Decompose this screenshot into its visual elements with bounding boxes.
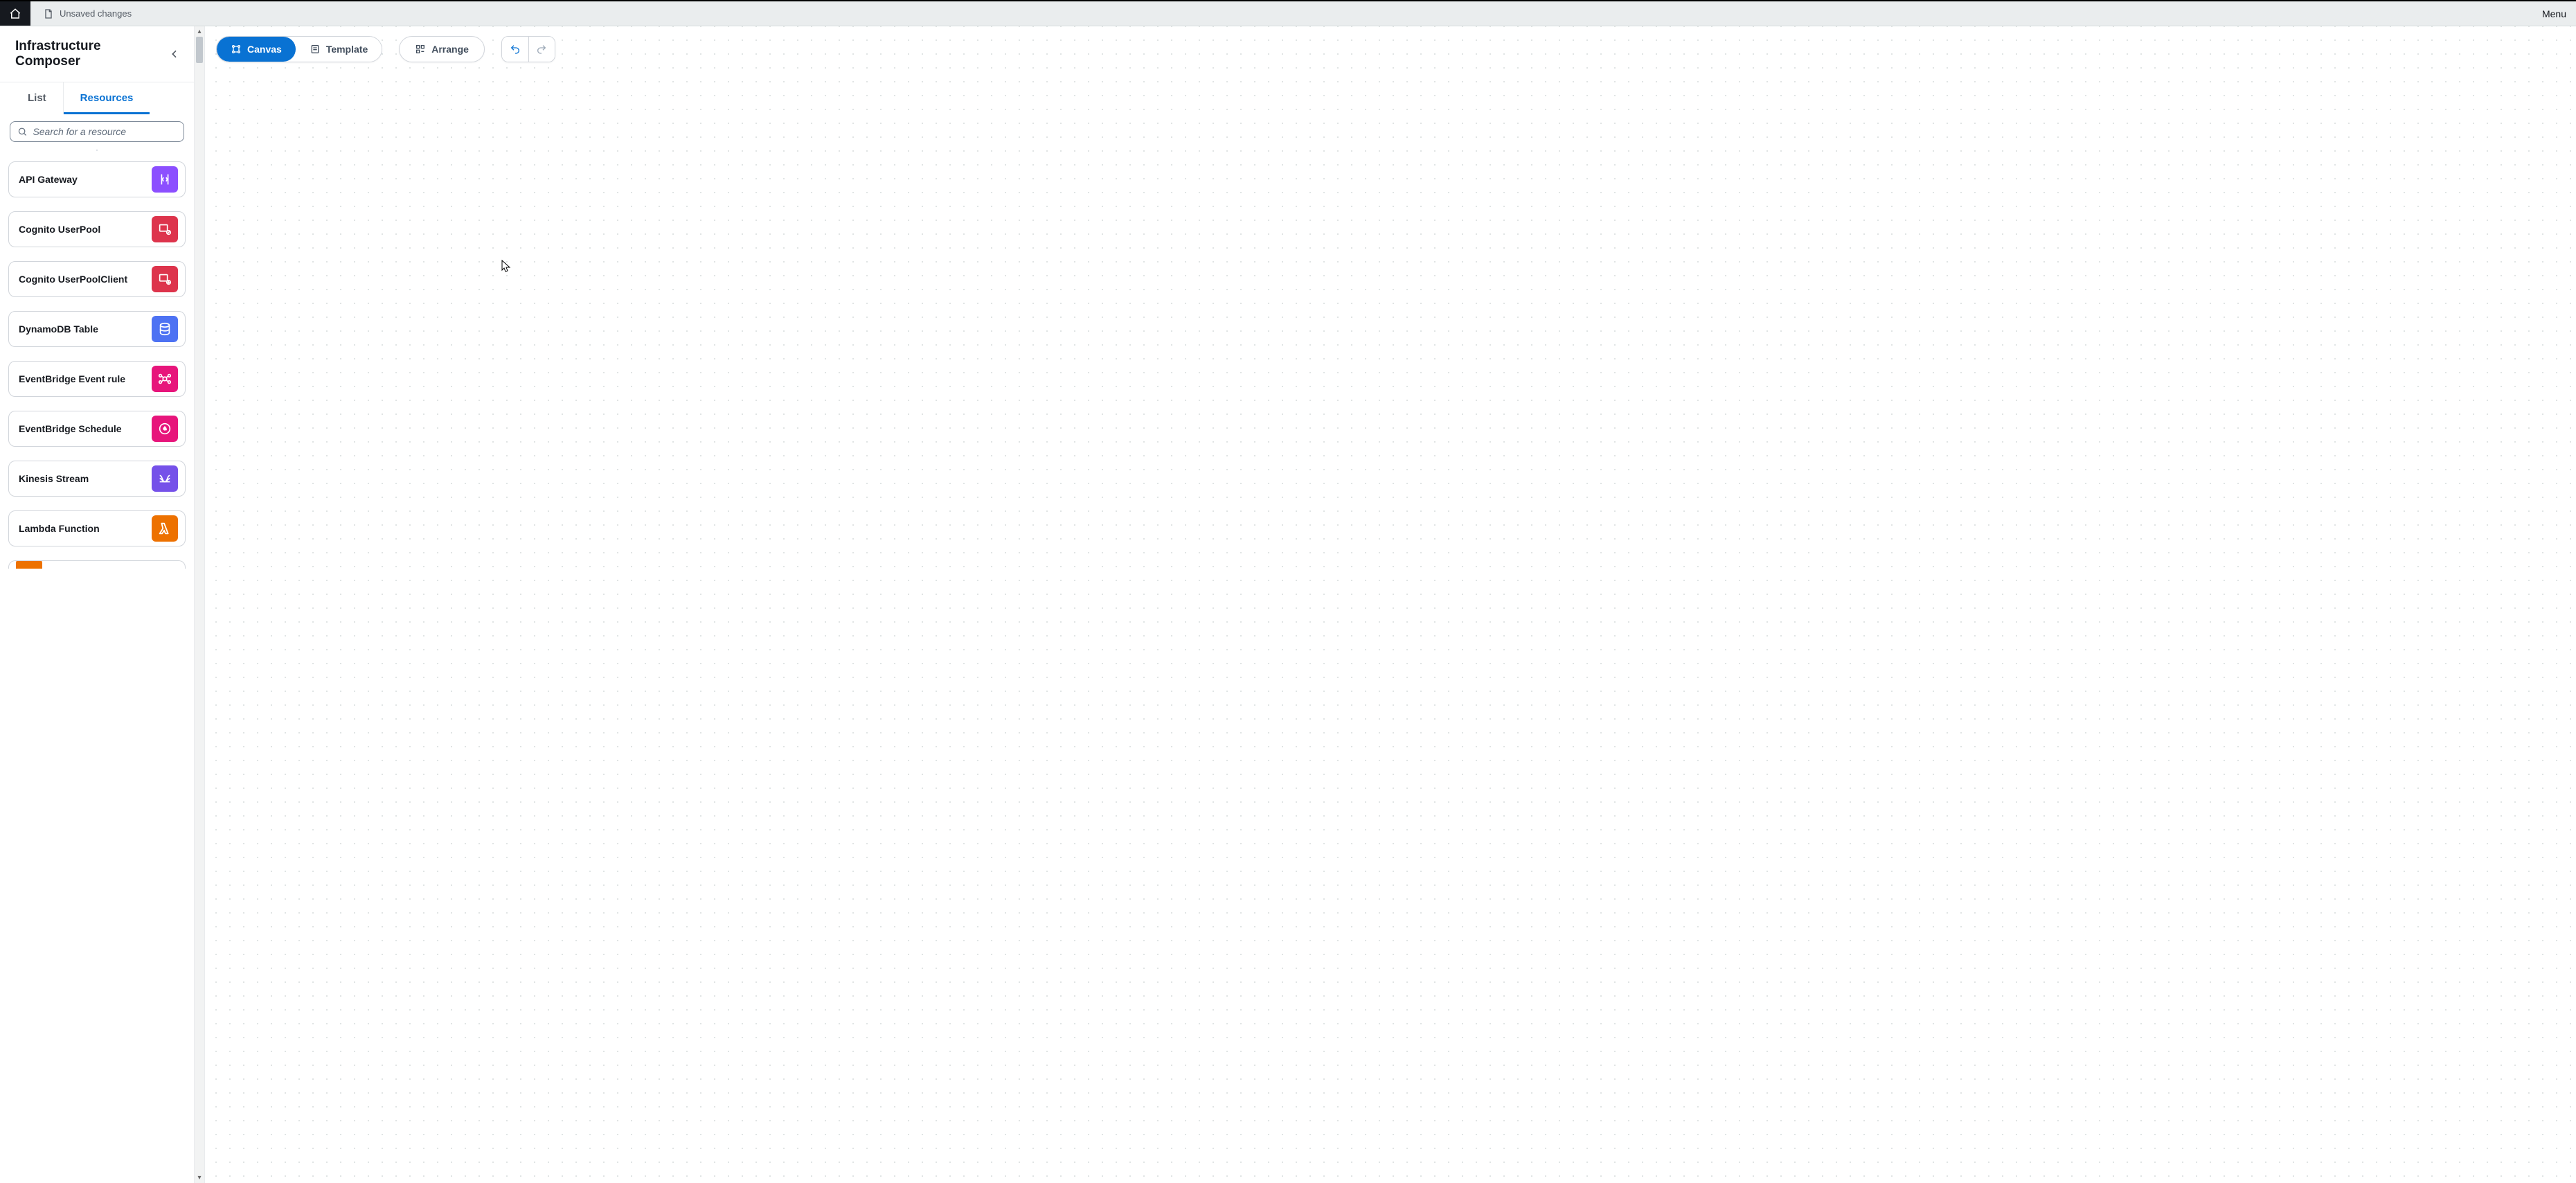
resource-api-gateway[interactable]: API Gateway [8, 161, 186, 197]
undo-button[interactable] [502, 37, 528, 62]
resource-label: Kinesis Stream [19, 473, 89, 484]
resource-kinesis-stream[interactable]: Kinesis Stream [8, 461, 186, 497]
resource-label: API Gateway [19, 174, 78, 185]
canvas-toolbar: Canvas Template Arrange [216, 36, 555, 62]
canvas-icon [231, 44, 242, 55]
canvas-view-label: Canvas [247, 44, 282, 55]
sidebar-tabs: List Resources [0, 82, 194, 114]
arrange-button[interactable]: Arrange [399, 36, 485, 62]
resource-label: Cognito UserPool [19, 224, 100, 235]
eventbridge-rule-icon [152, 366, 178, 392]
canvas-view-button[interactable]: Canvas [217, 37, 296, 62]
sidebar-title: Infrastructure Composer [15, 39, 166, 69]
resource-label: DynamoDB Table [19, 323, 98, 335]
save-status-label: Unsaved changes [60, 8, 132, 19]
save-status: Unsaved changes [30, 8, 144, 19]
scroll-down-arrow[interactable]: ▾ [197, 1173, 201, 1183]
resource-eventbridge-rule[interactable]: EventBridge Event rule [8, 361, 186, 397]
scroll-up-arrow[interactable]: ▴ [197, 26, 201, 37]
tab-list-label: List [28, 92, 46, 104]
resource-list: API Gateway Cognito UserPool Cognito Use… [0, 157, 194, 1183]
tab-list[interactable]: List [11, 82, 64, 114]
sidebar: Infrastructure Composer List Resources [0, 26, 194, 1183]
view-mode-group: Canvas Template [216, 36, 382, 62]
resource-eventbridge-schedule[interactable]: EventBridge Schedule [8, 411, 186, 447]
eventbridge-sched-icon [152, 416, 178, 442]
redo-icon [536, 44, 547, 55]
resource-label: Cognito UserPoolClient [19, 274, 127, 285]
resource-label: EventBridge Schedule [19, 423, 122, 434]
cognito-icon [152, 216, 178, 242]
template-view-label: Template [326, 44, 368, 55]
scroll-track[interactable] [195, 37, 204, 1173]
resource-cognito-userpool[interactable]: Cognito UserPool [8, 211, 186, 247]
undo-icon [510, 44, 521, 55]
scroll-thumb[interactable] [196, 37, 203, 63]
chevron-left-icon [169, 48, 180, 60]
arrange-label: Arrange [431, 44, 469, 55]
resource-lambda-function[interactable]: Lambda Function [8, 510, 186, 546]
sidebar-header: Infrastructure Composer [0, 26, 194, 82]
template-icon [310, 44, 321, 55]
tab-resources[interactable]: Resources [64, 82, 150, 114]
resource-next-peek[interactable] [8, 560, 186, 569]
home-icon [9, 8, 21, 20]
resource-label: EventBridge Event rule [19, 373, 125, 384]
menu-label: Menu [2542, 8, 2566, 19]
top-bar: Unsaved changes Menu [0, 0, 2576, 26]
kinesis-icon [152, 465, 178, 492]
arrange-icon [415, 44, 426, 55]
home-button[interactable] [0, 1, 30, 26]
next-resource-icon [16, 560, 42, 569]
collapse-sidebar-button[interactable] [166, 46, 183, 62]
menu-button[interactable]: Menu [2532, 8, 2576, 19]
resize-handle[interactable]: · [0, 146, 194, 157]
lambda-icon [152, 515, 178, 542]
search-field[interactable] [10, 121, 184, 142]
search-icon [17, 126, 27, 137]
tab-resources-label: Resources [80, 92, 134, 104]
resource-label: Lambda Function [19, 523, 100, 534]
mouse-cursor-icon [501, 260, 511, 274]
resource-dynamodb-table[interactable]: DynamoDB Table [8, 311, 186, 347]
resource-cognito-userpoolclient[interactable]: Cognito UserPoolClient [8, 261, 186, 297]
file-icon [43, 8, 54, 19]
sidebar-scrollbar[interactable]: ▴ ▾ [194, 26, 205, 1183]
canvas[interactable]: Canvas Template Arrange [205, 26, 2576, 1183]
template-view-button[interactable]: Template [296, 37, 382, 62]
undo-redo-group [501, 36, 555, 62]
cognito-client-icon [152, 266, 178, 292]
dynamodb-icon [152, 316, 178, 342]
search-input[interactable] [33, 126, 177, 137]
redo-button[interactable] [528, 37, 555, 62]
api-gateway-icon [152, 166, 178, 193]
